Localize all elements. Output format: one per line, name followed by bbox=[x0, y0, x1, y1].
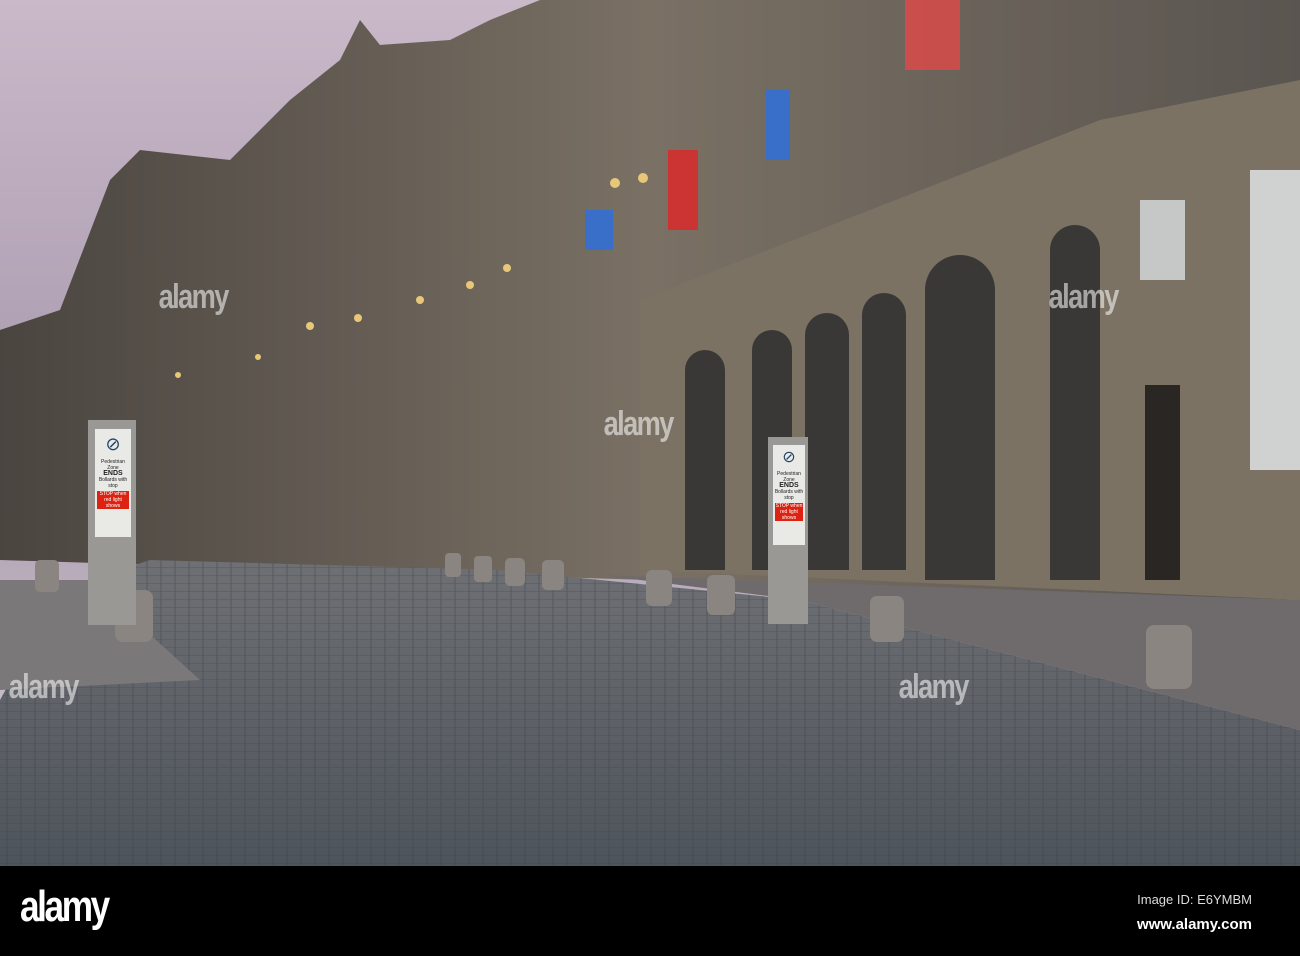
stop-text: STOP when red light shows bbox=[97, 491, 129, 509]
watermark: alamy bbox=[898, 668, 970, 706]
doorway bbox=[1145, 385, 1180, 580]
window bbox=[1140, 200, 1185, 280]
watermark: alamy bbox=[158, 278, 230, 316]
image-id: Image ID: E6YMBM bbox=[1137, 892, 1252, 907]
pedestrian-zone-sign: ⊘ Pedestrian Zone ENDS Bollards with sto… bbox=[94, 428, 132, 538]
watermark: alamy bbox=[8, 668, 80, 706]
no-vehicles-icon: ⊘ bbox=[105, 434, 121, 454]
street-photo: ⊘ Pedestrian Zone ENDS Bollards with sto… bbox=[0, 0, 1300, 866]
saltire-flag bbox=[585, 210, 613, 250]
stop-text: STOP when red light shows bbox=[775, 503, 803, 521]
sign-text: Bollards with stop bbox=[774, 489, 804, 501]
alamy-logo: alamy bbox=[20, 882, 110, 931]
window bbox=[1250, 170, 1300, 470]
pedestrian-zone-sign: ⊘ Pedestrian Zone ENDS Bollards with sto… bbox=[772, 444, 806, 546]
union-flag bbox=[668, 150, 698, 230]
watermark: alamy bbox=[1048, 278, 1120, 316]
website-link[interactable]: www.alamy.com bbox=[1137, 916, 1252, 933]
no-vehicles-icon: ⊘ bbox=[782, 449, 796, 466]
footer-bar: alamy Image ID: E6YMBM www.alamy.com bbox=[0, 866, 1300, 956]
sign-text: Bollards with stop bbox=[98, 477, 128, 489]
watermark: alamy bbox=[603, 405, 675, 443]
red-flag bbox=[905, 0, 960, 70]
saltire-flag bbox=[766, 90, 790, 160]
